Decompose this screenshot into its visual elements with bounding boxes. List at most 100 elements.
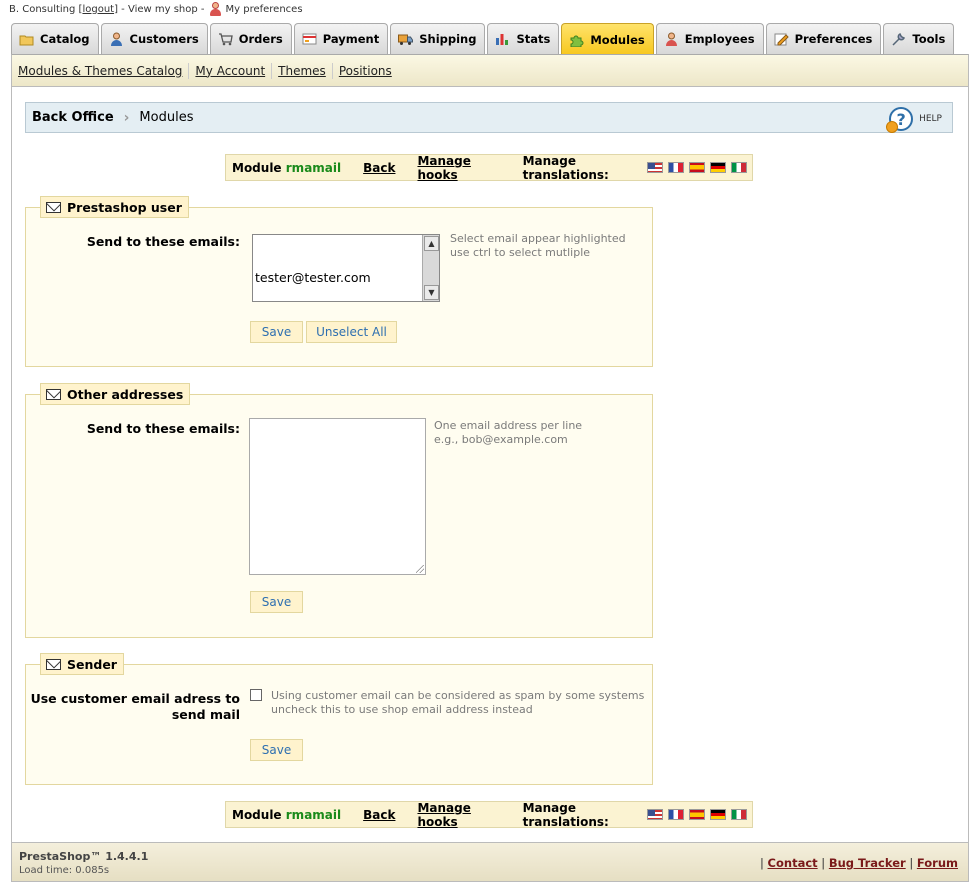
module-name: rmamail [285, 160, 342, 175]
forum-link[interactable]: Forum [917, 856, 958, 870]
flag-de-icon[interactable] [710, 162, 726, 173]
translation-flags [647, 162, 752, 173]
load-time-text: Load time: 0.085s [19, 865, 110, 876]
flag-fr-icon[interactable] [668, 162, 684, 173]
scroll-up-icon[interactable]: ▲ [424, 236, 439, 251]
help-label: HELP [919, 114, 942, 124]
tab-customers[interactable]: Customers [100, 23, 208, 54]
save-button[interactable]: Save [250, 591, 303, 613]
other-addresses-fieldset: Other addresses Send to these emails: On… [25, 383, 653, 638]
module-toolbar-bottom: Module rmamail Back Manage hooks Manage … [225, 801, 753, 829]
envelope-icon [46, 658, 61, 670]
flag-us-icon[interactable] [647, 162, 663, 173]
resize-grip-icon[interactable] [416, 565, 424, 573]
label-line: Use customer email adress to [30, 691, 240, 706]
prestashop-user-email-list[interactable]: tester@tester.com ▲ ▼ [252, 234, 440, 302]
email-option[interactable]: tester@tester.com [255, 270, 371, 285]
footer: PrestaShop™ 1.4.4.1 Load time: 0.085s | … [11, 842, 969, 882]
tab-label: Modules [590, 32, 645, 47]
user-icon [209, 2, 222, 16]
tab-label: Preferences [794, 32, 873, 46]
tab-shipping[interactable]: Shipping [390, 23, 486, 54]
manage-hooks-link[interactable]: Manage hooks [417, 154, 496, 182]
flag-it-icon[interactable] [731, 809, 747, 820]
subnav-my-account[interactable]: My Account [195, 62, 273, 79]
module-prefix: Module [232, 807, 282, 822]
use-customer-email-checkbox[interactable] [250, 689, 262, 701]
flag-it-icon[interactable] [731, 162, 747, 173]
subnav-positions[interactable]: Positions [339, 63, 398, 79]
prestashop-user-hint: Select email appear highlighted use ctrl… [450, 232, 626, 260]
save-button[interactable]: Save [250, 739, 303, 761]
module-prefix: Module [232, 160, 282, 175]
module-toolbar-top: Module rmamail Back Manage hooks Manage … [225, 153, 753, 182]
payment-icon [302, 32, 317, 46]
flag-us-icon[interactable] [647, 809, 663, 820]
other-addresses-textarea[interactable] [249, 418, 426, 575]
other-addresses-hint: One email address per line e.g., bob@exa… [434, 419, 582, 447]
sender-fieldset: Sender Use customer email adress to send… [25, 653, 653, 785]
chevron-right-icon: › [123, 109, 130, 126]
help-button[interactable]: ? HELP [886, 107, 942, 133]
hint-line: use ctrl to select mutliple [450, 246, 591, 259]
tab-label: Orders [238, 32, 283, 46]
breadcrumb-root[interactable]: Back Office [32, 110, 114, 125]
legend-text: Sender [67, 656, 117, 672]
version-text: PrestaShop™ 1.4.4.1 [19, 850, 149, 863]
subnav-themes[interactable]: Themes [278, 62, 333, 79]
legend-text: Other addresses [67, 386, 184, 402]
flag-fr-icon[interactable] [668, 809, 684, 820]
customer-icon [109, 32, 124, 46]
cart-icon [218, 32, 233, 46]
flag-es-icon[interactable] [689, 162, 705, 173]
save-button[interactable]: Save [250, 321, 303, 343]
tab-label: Employees [684, 32, 755, 46]
label-line: send mail [171, 707, 240, 722]
envelope-icon [46, 388, 61, 400]
envelope-icon [46, 201, 61, 213]
flag-de-icon[interactable] [710, 809, 726, 820]
contact-link[interactable]: Contact [768, 856, 818, 870]
my-preferences-link[interactable]: My preferences [226, 4, 303, 15]
unselect-all-button[interactable]: Unselect All [306, 321, 397, 343]
flag-es-icon[interactable] [689, 809, 705, 820]
footer-links: | Contact | Bug Tracker | Forum [760, 856, 958, 870]
tab-stats[interactable]: Stats [487, 23, 560, 54]
bug-tracker-link[interactable]: Bug Tracker [829, 856, 906, 870]
subnav-modules-themes-catalog[interactable]: Modules & Themes Catalog [18, 62, 190, 79]
tab-orders[interactable]: Orders [209, 23, 292, 54]
legend-text: Prestashop user [67, 199, 182, 215]
help-icon: ? [886, 107, 914, 133]
manage-hooks-link[interactable]: Manage hooks [417, 801, 496, 829]
top-bar: B. Consulting [ logout ] - View my shop … [9, 2, 303, 16]
tab-label: Payment [322, 32, 380, 46]
scrollbar[interactable]: ▲ ▼ [422, 235, 439, 301]
folder-icon [19, 32, 34, 46]
employee-icon [664, 32, 679, 46]
scroll-down-icon[interactable]: ▼ [424, 285, 439, 300]
send-emails-label: Send to these emails: [86, 234, 240, 249]
hint-line: Select email appear highlighted [450, 232, 626, 245]
tab-employees[interactable]: Employees [655, 23, 764, 54]
back-link[interactable]: Back [363, 161, 395, 175]
tab-preferences[interactable]: Preferences [765, 23, 882, 54]
main-tabs: Catalog Customers Orders Payment Shippin… [11, 23, 956, 55]
tab-label: Catalog [40, 32, 90, 46]
use-customer-email-label: Use customer email adress to send mail [26, 691, 240, 723]
tab-payment[interactable]: Payment [293, 23, 389, 54]
tab-catalog[interactable]: Catalog [11, 23, 99, 54]
hint-line: Using customer email can be considered a… [271, 689, 645, 702]
view-shop-link[interactable]: ] - View my shop - [114, 4, 204, 15]
tab-label: Shipping [419, 32, 477, 46]
manage-translations-label: Manage translations: [522, 153, 609, 182]
puzzle-icon [569, 33, 584, 47]
sub-navigation: Modules & Themes Catalog My Account Them… [11, 54, 969, 87]
tab-modules[interactable]: Modules [561, 23, 654, 55]
truck-icon [398, 32, 414, 46]
hint-line: e.g., bob@example.com [434, 433, 568, 446]
tab-tools[interactable]: Tools [883, 23, 955, 54]
logout-link[interactable]: logout [82, 4, 114, 15]
preferences-icon [774, 32, 789, 46]
back-link[interactable]: Back [363, 808, 395, 822]
other-addresses-legend: Other addresses [40, 383, 191, 405]
